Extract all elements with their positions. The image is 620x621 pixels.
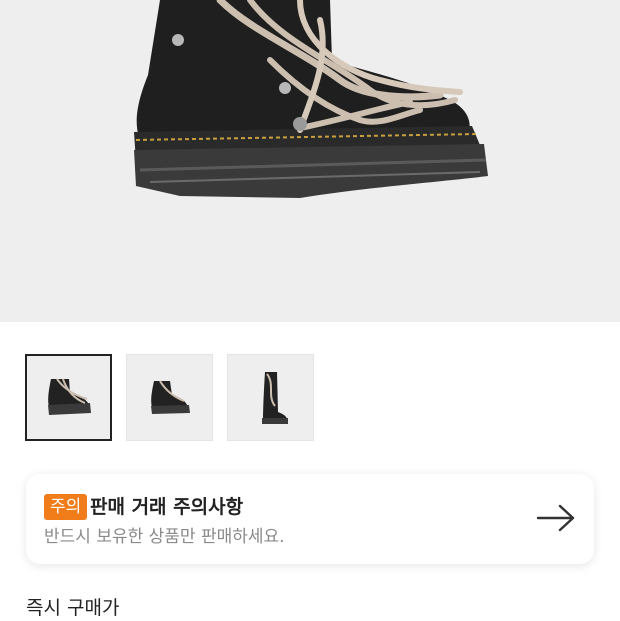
thumbnail-3[interactable] [227, 354, 314, 441]
arrow-right-icon[interactable] [536, 502, 576, 538]
thumbnail-2[interactable] [126, 354, 213, 441]
boot-thumbnail-icon [47, 377, 91, 415]
sales-notice-card[interactable]: 주의 판매 거래 주의사항 반드시 보유한 상품만 판매하세요. [26, 474, 594, 564]
boot-image [134, 0, 488, 198]
product-hero-image[interactable] [0, 0, 620, 322]
notice-title: 판매 거래 주의사항 [90, 496, 244, 518]
boot-thumbnail-icon [261, 371, 288, 424]
thumbnail-strip [25, 354, 314, 441]
notice-subtitle: 반드시 보유한 상품만 판매하세요. [44, 527, 285, 547]
thumbnail-1[interactable] [25, 354, 112, 441]
warning-badge: 주의 [44, 494, 88, 520]
instant-buy-price-heading: 즉시 구매가 [26, 597, 120, 619]
boot-thumbnail-icon [150, 379, 190, 414]
